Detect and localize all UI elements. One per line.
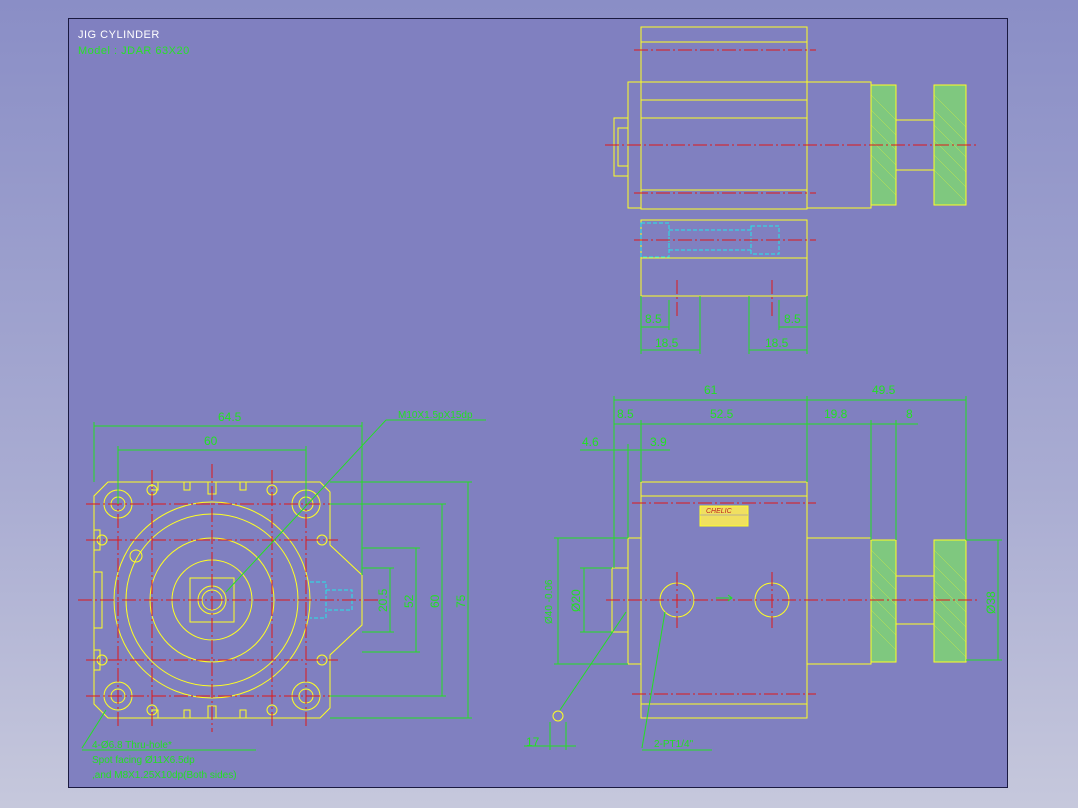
- brand-label: CHELIC: [706, 508, 733, 515]
- dim-dia-38: Ø38: [984, 591, 998, 614]
- dim-dia-20: Ø20: [569, 589, 583, 612]
- holes-note-3: ,and M8X1.25X10dp(Both sides): [92, 770, 237, 781]
- dim-64-5: 64.5: [218, 410, 242, 424]
- dim-3-9: 3.9: [650, 435, 667, 449]
- dim-20-5: 20.5: [376, 588, 390, 612]
- dim-49-5: 49.5: [872, 383, 896, 397]
- dim-19-8: 19.8: [824, 407, 848, 421]
- dim-18-5-right: 18.5: [765, 336, 789, 350]
- dim-52-5: 52.5: [710, 407, 734, 421]
- side-view: [524, 396, 1002, 751]
- dim-dia-40: Ø40 -0.06: [544, 579, 555, 624]
- thread-note: M10X1.5pX15dp: [398, 410, 473, 421]
- dim-17: 17: [526, 735, 540, 749]
- dim-4-6: 4.6: [582, 435, 599, 449]
- dim-61: 61: [704, 383, 718, 397]
- dim-60-horizontal: 60: [204, 434, 218, 448]
- dim-75: 75: [454, 594, 468, 608]
- dim-8: 8: [906, 407, 913, 421]
- ports-note: 2-PT1/4": [654, 739, 694, 750]
- dim-8-5-side: 8.5: [617, 407, 634, 421]
- dim-52: 52: [402, 594, 416, 608]
- top-view: [605, 26, 978, 354]
- dim-8-5-right: 8.5: [784, 312, 801, 326]
- dim-60-vertical: 60: [428, 594, 442, 608]
- holes-note-2: Spot facing Ø11X6.5dp: [92, 755, 195, 766]
- front-view: [78, 419, 486, 751]
- holes-note-1: 4-Ø6.8 Thru-hole*: [92, 740, 172, 751]
- dim-18-5-left: 18.5: [655, 336, 679, 350]
- dim-8-5-left: 8.5: [645, 312, 662, 326]
- cad-drawing: 8.5 8.5 18.5 18.5 64.5 60 20.5 52 60 75 …: [78, 26, 1002, 781]
